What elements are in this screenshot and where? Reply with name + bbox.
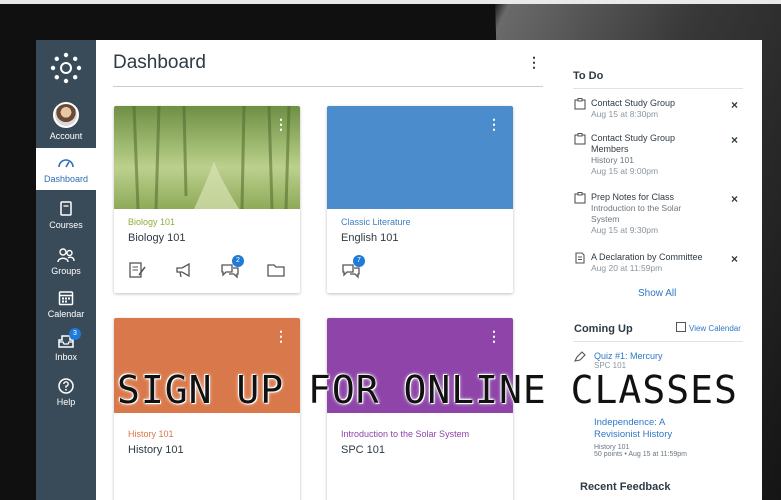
courses-icon (60, 201, 72, 216)
coming-up-item-title[interactable]: Independence: A Revisionist History (594, 417, 709, 441)
help-icon (58, 378, 74, 394)
card-actions: 2 (128, 255, 286, 279)
dashboard-icon (58, 159, 74, 168)
nav-groups[interactable]: Groups (36, 246, 96, 276)
card-course-name: Biology 101 (128, 232, 186, 244)
nav-inbox[interactable]: 3 Inbox (36, 328, 96, 362)
coming-up-item-date: 50 points • Aug 15 at 11:59pm (594, 451, 687, 458)
show-all-link[interactable]: Show All (638, 288, 676, 299)
todo-item-title[interactable]: A Declaration by Committee (591, 252, 721, 263)
inbox-badge: 3 (69, 328, 81, 340)
avatar (53, 102, 79, 128)
card-course-name: English 101 (341, 232, 399, 244)
card-course-code[interactable]: History 101 (128, 429, 300, 439)
assignment-icon (574, 192, 586, 204)
todo-item-course: History 101 (591, 155, 634, 165)
screen: Account Dashboard Courses Groups Calenda… (36, 40, 762, 500)
todo-item-date: Aug 15 at 9:00pm (591, 166, 659, 176)
card-hero-image: ⋮ (114, 106, 300, 209)
nav-account-label: Account (49, 131, 83, 141)
todo-item-title: Contact Study Group Members (591, 133, 676, 154)
todo-item[interactable]: Contact Study Group Members History 101 … (574, 133, 744, 177)
nav-calendar-label: Calendar (47, 309, 85, 319)
view-calendar-link[interactable]: View Calendar (676, 322, 741, 333)
dismiss-icon[interactable]: × (731, 98, 738, 112)
card-course-name: SPC 101 (341, 444, 386, 456)
todo-item-title: Prep Notes for Class (591, 192, 675, 202)
discussions-badge: 2 (232, 255, 244, 267)
view-calendar-label: View Calendar (689, 324, 741, 333)
coming-up-item[interactable]: Independence: A Revisionist History Hist… (574, 417, 744, 458)
nav-help-label: Help (56, 397, 76, 407)
course-card-classic-literature[interactable]: ⋮ Classic Literature English 101 7 (327, 106, 513, 293)
todo-item-title: Contact Study Group (591, 98, 676, 108)
todo-title: To Do (573, 70, 604, 82)
dismiss-icon[interactable]: × (731, 252, 738, 266)
todo-item-date: Aug 15 at 9:30pm (591, 225, 659, 235)
nav-courses-label: Courses (49, 220, 83, 230)
coming-up-divider (573, 341, 743, 342)
card-options-icon[interactable]: ⋮ (487, 116, 501, 133)
card-course-name: History 101 (128, 444, 184, 456)
page-title: Dashboard (113, 52, 206, 73)
document-icon (575, 252, 585, 264)
card-course-code[interactable]: Introduction to the Solar System (341, 429, 513, 439)
promo-overlay-text: SIGN UP FOR ONLINE CLASSES (117, 368, 738, 412)
dashboard-options-icon[interactable]: ⋮ (527, 54, 541, 71)
calendar-small-icon (676, 322, 686, 332)
groups-icon (57, 248, 75, 263)
discussions-icon[interactable]: 2 (220, 255, 244, 279)
todo-item[interactable]: A Declaration by Committee Aug 20 at 11:… (574, 252, 744, 274)
files-icon[interactable] (266, 261, 286, 279)
nav-help[interactable]: Help (36, 377, 96, 407)
coming-up-item-title[interactable]: Quiz #1: Mercury (594, 351, 744, 361)
card-course-code[interactable]: Classic Literature (341, 217, 513, 227)
todo-divider (573, 88, 743, 89)
todo-item-course: Introduction to the Solar System (591, 203, 682, 224)
announcements-icon[interactable] (174, 261, 194, 279)
course-card-biology[interactable]: ⋮ Biology 101 Biology 101 2 (114, 106, 300, 293)
discussions-icon[interactable]: 7 (341, 255, 365, 279)
top-strip (0, 0, 781, 4)
nav-inbox-label: Inbox (54, 352, 78, 362)
card-options-icon[interactable]: ⋮ (274, 116, 288, 133)
assignment-icon (574, 98, 586, 110)
coming-up-title: Coming Up (574, 323, 633, 335)
assignment-icon (574, 133, 586, 145)
discussions-badge: 7 (353, 255, 365, 267)
card-hero-color: ⋮ (327, 106, 513, 209)
nav-groups-label: Groups (51, 266, 81, 276)
recent-feedback-title: Recent Feedback (580, 481, 671, 493)
forest-image (132, 106, 291, 209)
dismiss-icon[interactable]: × (731, 192, 738, 206)
card-options-icon[interactable]: ⋮ (274, 328, 288, 345)
nav-account[interactable]: Account (36, 102, 96, 141)
global-nav: Account Dashboard Courses Groups Calenda… (36, 40, 96, 500)
assignments-icon[interactable] (128, 261, 148, 279)
nav-dashboard[interactable]: Dashboard (36, 148, 96, 190)
dismiss-icon[interactable]: × (731, 133, 738, 147)
todo-item[interactable]: Contact Study Group Aug 15 at 8:30pm × (574, 98, 744, 120)
nav-calendar[interactable]: Calendar (36, 289, 96, 319)
card-options-icon[interactable]: ⋮ (487, 328, 501, 345)
nav-dashboard-label: Dashboard (43, 174, 89, 184)
coming-up-item-course: History 101 (594, 444, 630, 451)
todo-item[interactable]: Prep Notes for Class Introduction to the… (574, 192, 744, 236)
calendar-icon (58, 291, 74, 306)
canvas-logo-icon[interactable] (50, 52, 82, 84)
todo-item-date: Aug 20 at 11:59pm (591, 263, 663, 273)
card-actions: 7 (341, 255, 365, 279)
quiz-icon (574, 351, 586, 362)
header-divider (113, 86, 543, 87)
card-course-code[interactable]: Biology 101 (128, 217, 300, 227)
nav-courses[interactable]: Courses (36, 200, 96, 230)
todo-item-date: Aug 15 at 8:30pm (591, 109, 659, 119)
